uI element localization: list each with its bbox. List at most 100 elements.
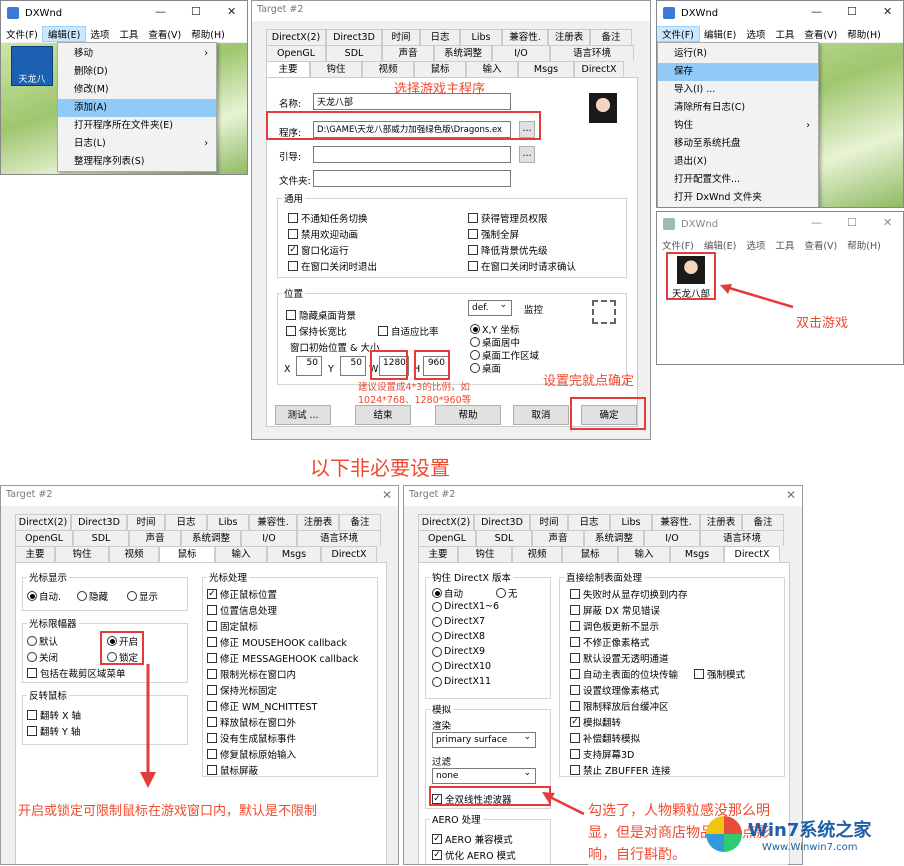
tab-input[interactable]: 输入 <box>466 61 518 77</box>
monitor-select[interactable]: def. <box>468 300 512 316</box>
radio-dx11[interactable]: DirectX11 <box>432 676 491 687</box>
tab-hook[interactable]: 钩住 <box>55 546 109 562</box>
menu-item-delete[interactable]: 删除(D) <box>58 63 216 81</box>
tab-msgs[interactable]: Msgs <box>267 546 321 562</box>
checkbox[interactable] <box>207 733 217 743</box>
menu-view[interactable]: 查看(V) <box>799 27 842 41</box>
checkbox[interactable] <box>207 749 217 759</box>
checkmark-icon[interactable]: ✓ <box>207 589 217 599</box>
x-field[interactable]: 50 <box>296 356 322 376</box>
checkbox-raw-input[interactable]: 修复鼠标原始输入 <box>207 747 296 761</box>
tab-mouse[interactable]: 鼠标 <box>562 546 618 562</box>
tab-opengl[interactable]: OpenGL <box>418 530 476 546</box>
checkbox-messagehook[interactable]: 修正 MESSAGEHOOK callback <box>207 651 358 665</box>
tab-sound[interactable]: 声音 <box>382 45 434 61</box>
checkbox-surf-4[interactable]: 默认设置无透明通道 <box>570 651 669 665</box>
checkbox-surf-2[interactable]: 调色板更新不显示 <box>570 619 659 633</box>
menu-tools[interactable]: 工具 <box>114 27 143 41</box>
tab-compat[interactable]: 兼容性. <box>652 514 700 530</box>
test-button[interactable]: 测试 ... <box>275 405 331 425</box>
menu-item-run[interactable]: 运行(R) <box>658 45 818 63</box>
checkmark-icon[interactable]: ✓ <box>288 245 298 255</box>
browse-hook-button[interactable]: ... <box>519 146 535 163</box>
maximize-button[interactable]: ☐ <box>847 216 857 229</box>
tab-libs[interactable]: Libs <box>610 514 652 530</box>
tab-direct3d[interactable]: Direct3D <box>474 514 530 530</box>
checkbox[interactable] <box>207 637 217 647</box>
radio-dx-none[interactable]: 无 <box>496 586 518 600</box>
tab-io[interactable]: I/O <box>241 530 297 546</box>
checkbox[interactable] <box>207 685 217 695</box>
checkbox[interactable] <box>570 621 580 631</box>
checkbox-emulate-flip[interactable]: ✓ 模拟翻转 <box>570 715 621 729</box>
close-button[interactable]: ✕ <box>883 216 892 229</box>
tab-hook[interactable]: 钩住 <box>458 546 512 562</box>
tab-time[interactable]: 时间 <box>382 29 420 45</box>
checkbox-mouse-shield[interactable]: 鼠标屏蔽 <box>207 763 258 777</box>
checkbox[interactable] <box>468 229 478 239</box>
menu-file[interactable]: 文件(F) <box>657 25 700 42</box>
checkbox-no-mouse-events[interactable]: 没有生成鼠标事件 <box>207 731 296 745</box>
radio-cursor-hide[interactable]: 隐藏 <box>77 589 108 603</box>
tab-registry[interactable]: 注册表 <box>700 514 742 530</box>
checkbox[interactable] <box>207 765 217 775</box>
radio-button[interactable] <box>432 631 442 642</box>
filter-select[interactable]: none <box>432 768 536 784</box>
menu-help[interactable]: 帮助(H) <box>186 27 230 41</box>
radio-button[interactable] <box>470 337 480 347</box>
maximize-button[interactable]: ☐ <box>847 5 857 18</box>
tab-log[interactable]: 日志 <box>568 514 610 530</box>
checkbox-clip-menu[interactable]: 包括在裁剪区域菜单 <box>27 666 126 680</box>
checkbox[interactable] <box>27 726 37 736</box>
menu-item-log[interactable]: 日志(L) › <box>58 135 216 153</box>
checkbox[interactable] <box>288 213 298 223</box>
radio-clip-off[interactable]: 关闭 <box>27 650 58 664</box>
checkbox-clip-cursor[interactable]: 限制光标在窗口内 <box>207 667 296 681</box>
menu-file[interactable]: 文件(F) <box>1 27 43 41</box>
menu-options[interactable]: 选项 <box>85 27 114 41</box>
checkbox-mousehook[interactable]: 修正 MOUSEHOOK callback <box>207 635 347 649</box>
tab-locale[interactable]: 语言环境 <box>297 530 381 546</box>
tab-time[interactable]: 时间 <box>127 514 165 530</box>
tab-direct3d[interactable]: Direct3D <box>71 514 127 530</box>
menu-options[interactable]: 选项 <box>741 27 770 41</box>
checkbox-release-mouse[interactable]: 释放鼠标在窗口外 <box>207 715 296 729</box>
tab-compat[interactable]: 兼容性. <box>502 29 548 45</box>
checkbox-surf-5[interactable]: 自动主表面的位块传输 <box>570 667 678 681</box>
cancel-button[interactable]: 取消 <box>513 405 569 425</box>
checkbox[interactable] <box>27 710 37 720</box>
menu-item-open-config[interactable]: 打开配置文件... <box>658 171 818 189</box>
menu-item-open-folder[interactable]: 打开程序所在文件夹(E) <box>58 117 216 135</box>
radio-button[interactable] <box>77 591 87 601</box>
menu-help[interactable]: 帮助(H) <box>842 27 886 41</box>
menu-item-hook[interactable]: 钩住 › <box>658 117 818 135</box>
menu-tools[interactable]: 工具 <box>770 238 799 252</box>
menu-item-clear-logs[interactable]: 清除所有日志(C) <box>658 99 818 117</box>
minimize-button[interactable]: — <box>811 5 822 18</box>
tab-libs[interactable]: Libs <box>460 29 502 45</box>
close-button[interactable]: ✕ <box>883 5 892 18</box>
checkbox[interactable] <box>207 717 217 727</box>
tab-notes[interactable]: 备注 <box>339 514 381 530</box>
menu-item-move[interactable]: 移动 › <box>58 45 216 63</box>
tab-notes[interactable]: 备注 <box>590 29 632 45</box>
checkbox-confirm-close[interactable]: 在窗口关闭时请求确认 <box>468 259 576 273</box>
tab-log[interactable]: 日志 <box>165 514 207 530</box>
checkbox-aero-compat[interactable]: ✓ AERO 兼容模式 <box>432 832 513 846</box>
checkbox[interactable] <box>27 668 37 678</box>
checkbox-surf-10[interactable]: 支持屏幕3D <box>570 747 634 761</box>
checkbox[interactable] <box>286 326 296 336</box>
tab-tweaks[interactable]: 系统调整 <box>181 530 241 546</box>
checkbox-surf-11[interactable]: 禁止 ZBUFFER 连接 <box>570 763 671 777</box>
menu-item-tray[interactable]: 移动至系统托盘 <box>658 135 818 153</box>
tab-directx2[interactable]: DirectX(2) <box>15 514 71 530</box>
menu-edit[interactable]: 编辑(E) <box>699 27 741 41</box>
checkbox[interactable] <box>207 701 217 711</box>
menu-tools[interactable]: 工具 <box>770 27 799 41</box>
checkbox[interactable] <box>570 765 580 775</box>
radio-button[interactable] <box>27 652 37 662</box>
checkbox-fix-mouse-pos[interactable]: ✓ 修正鼠标位置 <box>207 587 277 601</box>
radio-button[interactable] <box>432 588 442 598</box>
menu-item-exit[interactable]: 退出(X) <box>658 153 818 171</box>
checkbox-no-task-switch[interactable]: 不通知任务切换 <box>288 211 368 225</box>
